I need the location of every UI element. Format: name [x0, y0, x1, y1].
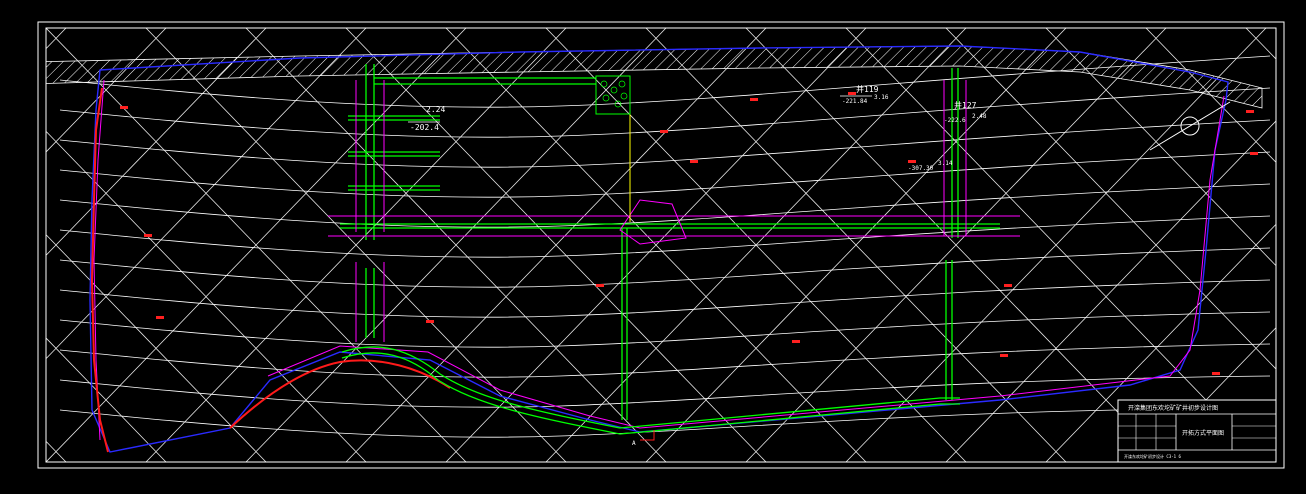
mine-plan-drawing: A 井119 3.16 -221.84 2.24 -202.4 井127 2.4…: [37, 21, 1285, 469]
contour-line: [59, 215, 1271, 258]
title-block: 开滦集团东欢坨矿矿井初步设计图 开拓方式平面图 开滦东欢坨矿初步设计 C3-1 …: [1117, 399, 1277, 463]
mine-boundary-line: [89, 45, 1229, 453]
borehole-wl1-value-1: 2.24: [426, 105, 445, 114]
title-block-footer: 开滦东欢坨矿初步设计 C3-1 6: [1124, 453, 1181, 459]
borehole-127-label: 井127: [954, 100, 977, 110]
magenta-auxiliary-lines: [328, 80, 1020, 342]
inner-frame: [45, 27, 1277, 463]
borehole-127-value-2: -222.6: [944, 117, 966, 124]
grid-line-diagonal: [1045, 223, 1276, 462]
title-block-main-title: 开滦集团东欢坨矿矿井初步设计图: [1128, 404, 1218, 412]
contour-line: [59, 311, 1271, 348]
section-mark-label: A: [632, 440, 636, 447]
roadway-network: [340, 64, 1000, 435]
contour-line: [59, 151, 1271, 198]
borehole-119-value-2: -221.84: [842, 98, 868, 105]
borehole-3-value-2: -307.30: [908, 165, 934, 172]
borehole-119-value-1: 3.16: [874, 94, 889, 101]
grid-line-diagonal: [46, 28, 167, 153]
contour-line: [59, 343, 1271, 378]
grid-line-diagonal: [46, 28, 367, 360]
grid-line-diagonal: [46, 337, 167, 462]
contour-lines: [59, 55, 1271, 438]
contour-line: [59, 375, 1271, 408]
fault-line-south: [229, 359, 451, 429]
grid-line-diagonal: [1045, 28, 1276, 267]
borehole-markers: [120, 92, 1258, 375]
contour-line: [59, 279, 1271, 318]
title-block-drawing-name: 开拓方式平面图: [1182, 429, 1224, 437]
borehole-wl1-value-2: -202.4: [410, 123, 439, 132]
protection-pillar-hatched-zone: [46, 45, 1263, 109]
borehole-119-label: 井119: [856, 84, 879, 94]
borehole-3-value-1: 3.14: [938, 160, 953, 167]
borehole-127-value-1: 2.48: [972, 113, 987, 120]
contour-line: [59, 87, 1271, 138]
contour-line: [59, 407, 1271, 438]
grid-line-diagonal: [46, 130, 367, 462]
